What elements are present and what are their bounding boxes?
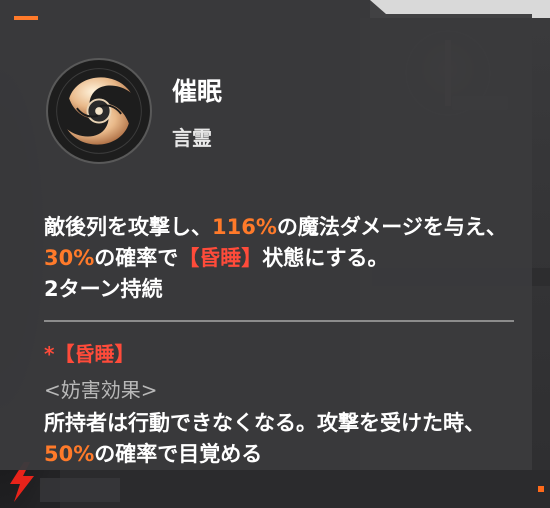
status-effect-category: <妨害効果> xyxy=(44,378,158,402)
status-keyword: 【昏睡】 xyxy=(178,246,263,270)
skill-tooltip: 催眠 言霊 敵後列を攻撃し、116%の魔法ダメージを与え、 30%の確率で【昏睡】… xyxy=(0,0,532,470)
damage-percent: 116% xyxy=(212,215,277,239)
desc-text: 敵後列を攻撃し、 xyxy=(44,215,212,239)
divider xyxy=(44,320,514,322)
wake-chance-percent: 50% xyxy=(44,442,95,466)
bottom-bar xyxy=(60,470,550,508)
desc-text: の確率で xyxy=(94,246,179,270)
chance-percent: 30% xyxy=(44,246,95,270)
skill-description: 敵後列を攻撃し、116%の魔法ダメージを与え、 30%の確率で【昏睡】状態にする。… xyxy=(44,212,524,305)
accent-dash xyxy=(14,16,38,20)
skill-name: 催眠 xyxy=(172,77,223,106)
status-effect-title: *【昏睡】 xyxy=(44,342,135,366)
desc-text: の魔法ダメージを与え、 xyxy=(276,215,507,239)
duration-text: 2ターン持続 xyxy=(44,277,163,301)
orange-marker xyxy=(538,486,544,492)
status-desc-text: の確率で目覚める xyxy=(94,442,263,466)
status-effect-description: 所持者は行動できなくなる。攻撃を受けた時、 50%の確率で目覚める xyxy=(44,408,524,470)
desc-text: 状態にする。 xyxy=(262,246,389,270)
status-desc-text: 所持者は行動できなくなる。攻撃を受けた時、 xyxy=(44,411,485,435)
yin-yang-spiral-icon xyxy=(46,58,152,164)
bottom-badge xyxy=(40,478,120,502)
skill-type: 言霊 xyxy=(172,126,212,150)
